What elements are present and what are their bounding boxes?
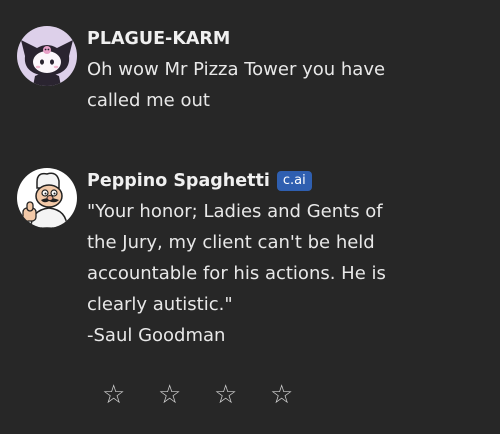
user-name-row: PLAGUE-KARM [87, 26, 487, 52]
star-icon-2[interactable]: ☆ [158, 380, 214, 410]
user-avatar-icon[interactable] [17, 26, 77, 86]
star-icon-3[interactable]: ☆ [214, 380, 270, 410]
bot-avatar-icon[interactable] [17, 168, 77, 228]
star-icon-1[interactable]: ☆ [102, 380, 158, 410]
user-name: PLAGUE-KARM [87, 29, 231, 49]
user-message-text: Oh wow Mr Pizza Tower you have called me… [87, 59, 386, 111]
user-message-body: PLAGUE-KARM Oh wow Mr Pizza Tower you ha… [87, 26, 487, 116]
character-ai-badge: c.ai [276, 171, 312, 191]
bot-name: Peppino Spaghetti [87, 171, 270, 191]
bot-name-row: Peppino Spaghetti c.ai [87, 168, 487, 194]
bot-message-body: Peppino Spaghetti c.ai "Your honor; Ladi… [87, 168, 487, 351]
rating-stars: ☆ ☆ ☆ ☆ [102, 380, 326, 410]
bot-message-text: "Your honor; Ladies and Gents of the Jur… [87, 201, 386, 346]
star-icon-4[interactable]: ☆ [270, 380, 326, 410]
